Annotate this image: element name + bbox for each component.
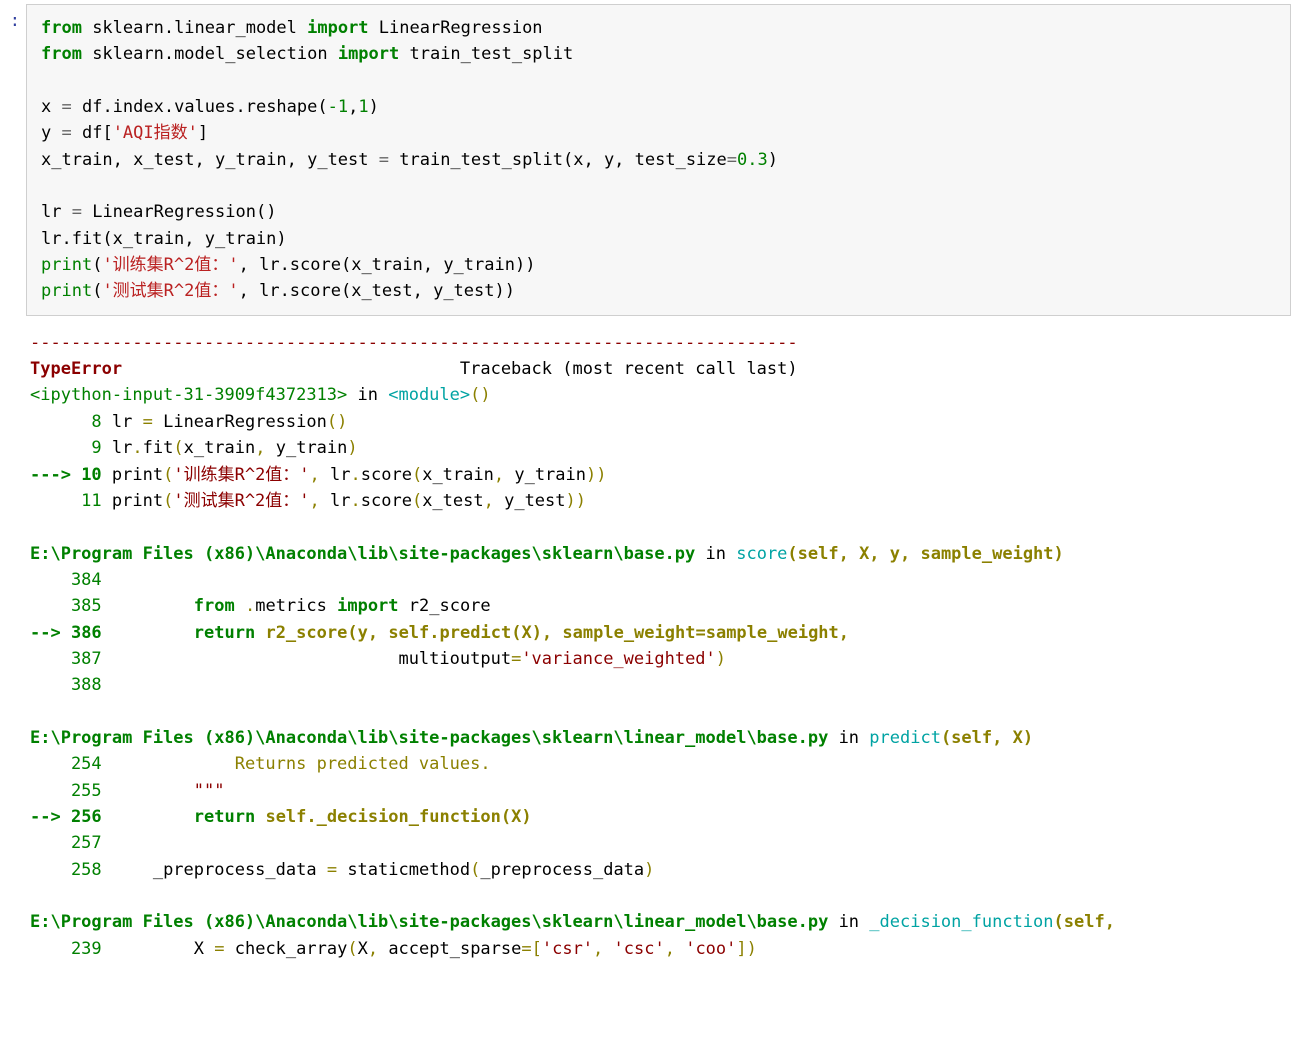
frame-location: <ipython-input-31-3909f4372313> [30,385,347,405]
notebook-cell: : from sklearn.linear_model import Linea… [0,0,1303,320]
traceback-output: ----------------------------------------… [0,320,1303,966]
code-content[interactable]: from sklearn.linear_model import LinearR… [41,15,1276,305]
frame-path: E:\Program Files (x86)\Anaconda\lib\site… [30,728,828,748]
error-separator: ----------------------------------------… [30,333,798,353]
frame-path: E:\Program Files (x86)\Anaconda\lib\site… [30,912,828,932]
error-type: TypeError [30,359,122,379]
current-frame-arrow: ---> [30,465,81,485]
input-prompt: : [0,0,24,320]
traceback-content: ----------------------------------------… [30,330,1291,962]
code-input[interactable]: from sklearn.linear_model import LinearR… [26,4,1291,316]
frame-path: E:\Program Files (x86)\Anaconda\lib\site… [30,544,695,564]
